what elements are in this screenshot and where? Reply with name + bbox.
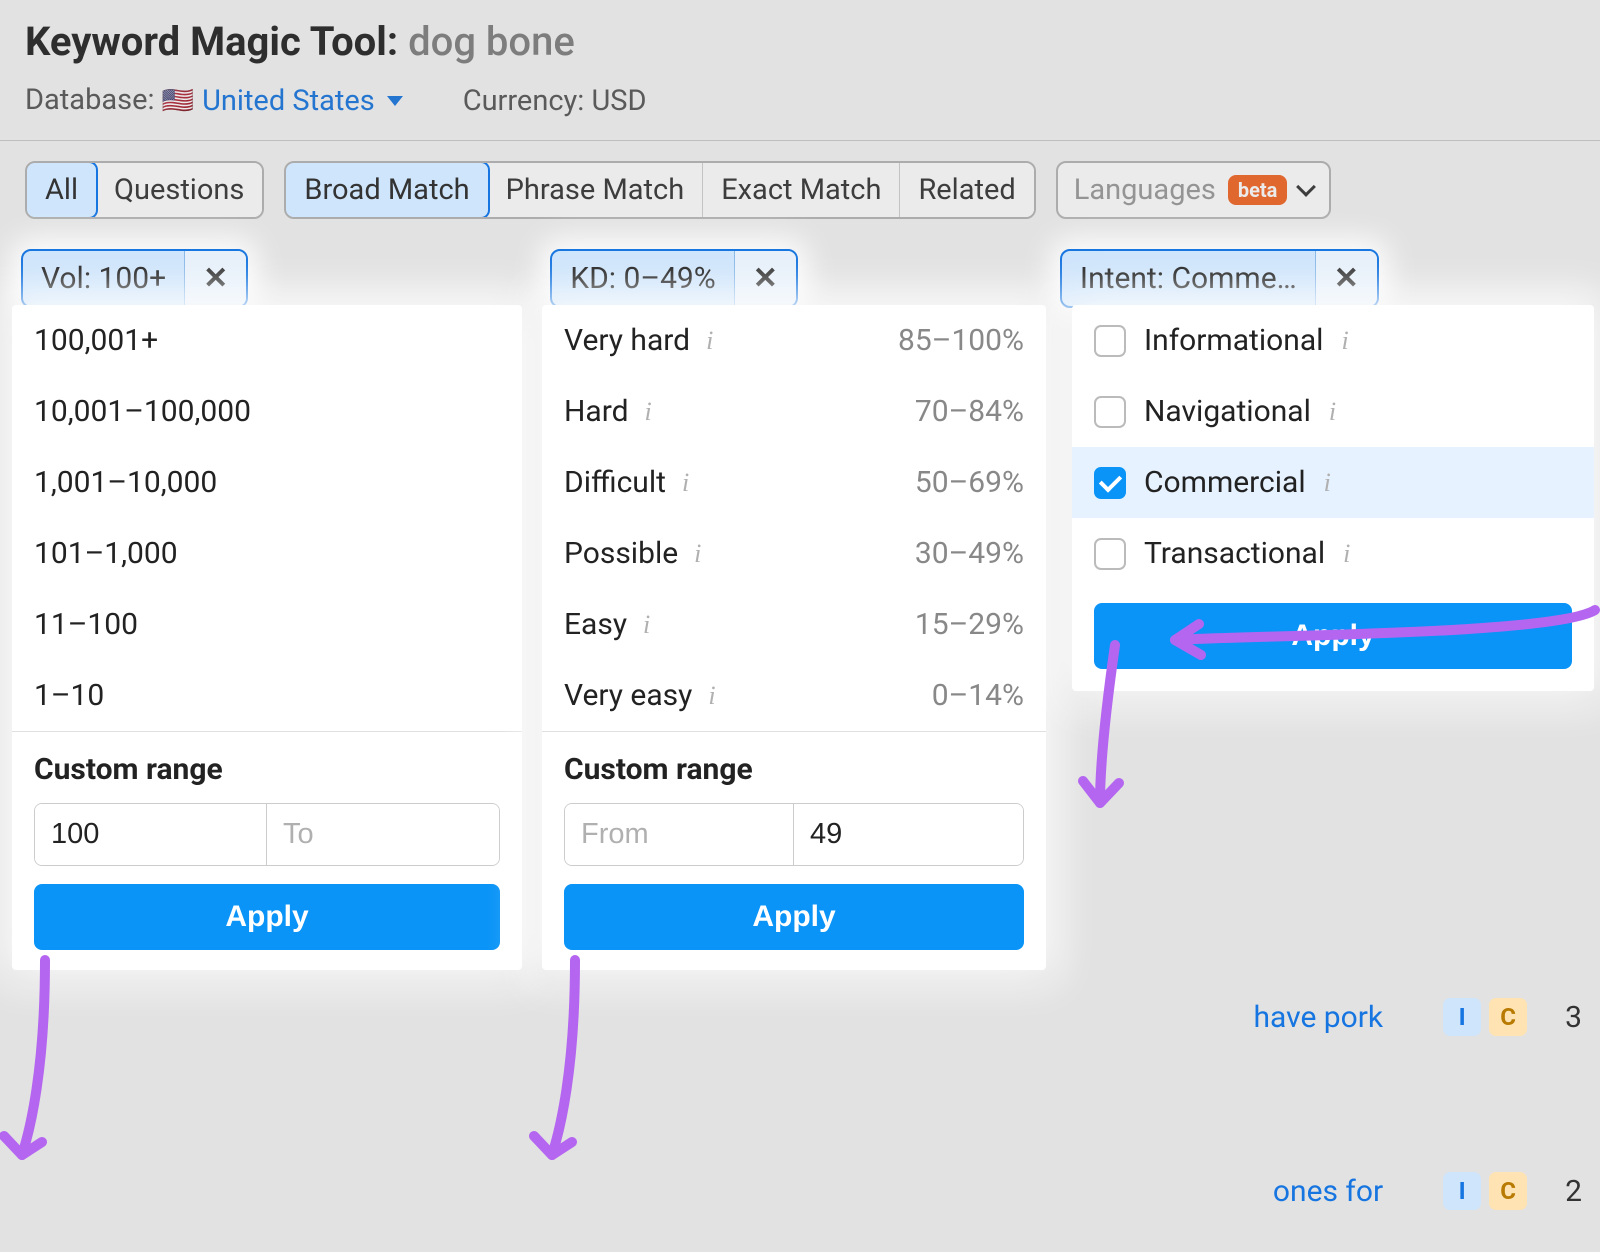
apply-button[interactable]: Apply bbox=[1094, 603, 1572, 669]
kd-option[interactable]: Possiblei 30–49% bbox=[542, 518, 1046, 589]
annotation-arrow-icon bbox=[0, 950, 70, 1198]
vol-option[interactable]: 11–100 bbox=[12, 589, 522, 660]
tab-broad-match[interactable]: Broad Match bbox=[284, 161, 489, 219]
kd-dropdown: Very hardi 85–100% Hardi 70–84% Difficul… bbox=[542, 305, 1046, 970]
query-type-group: All Questions bbox=[25, 161, 264, 219]
info-icon[interactable]: i bbox=[645, 397, 652, 427]
intent-option-navigational[interactable]: Navigational i bbox=[1072, 376, 1594, 447]
info-icon[interactable]: i bbox=[1329, 397, 1336, 427]
database-field: Database: 🇺🇸 United States bbox=[25, 83, 403, 118]
kd-to-input[interactable] bbox=[794, 804, 1023, 865]
intent-option-commercial[interactable]: Commercial i bbox=[1072, 447, 1594, 518]
close-icon[interactable]: ✕ bbox=[1315, 251, 1377, 306]
intent-badge-i: I bbox=[1443, 998, 1481, 1036]
checkbox[interactable] bbox=[1094, 538, 1126, 570]
info-icon[interactable]: i bbox=[708, 681, 715, 711]
page-title: Keyword Magic Tool: dog bone bbox=[25, 18, 1575, 65]
checkbox[interactable] bbox=[1094, 325, 1126, 357]
apply-button[interactable]: Apply bbox=[564, 884, 1024, 950]
title-prefix: Keyword Magic Tool: bbox=[25, 18, 398, 65]
kd-option[interactable]: Hardi 70–84% bbox=[542, 376, 1046, 447]
kd-option[interactable]: Difficulti 50–69% bbox=[542, 447, 1046, 518]
apply-button[interactable]: Apply bbox=[34, 884, 500, 950]
vol-from-input[interactable] bbox=[35, 804, 267, 865]
intent-badge-c: C bbox=[1489, 1172, 1527, 1210]
checkbox-checked[interactable] bbox=[1094, 467, 1126, 499]
chevron-down-icon bbox=[1296, 177, 1316, 197]
chevron-down-icon bbox=[387, 96, 403, 106]
close-icon[interactable]: ✕ bbox=[734, 251, 796, 306]
match-type-group: Broad Match Phrase Match Exact Match Rel… bbox=[284, 161, 1035, 219]
close-icon[interactable]: ✕ bbox=[184, 251, 246, 306]
annotation-arrow-icon bbox=[520, 950, 600, 1198]
info-icon[interactable]: i bbox=[1324, 468, 1331, 498]
tab-related[interactable]: Related bbox=[900, 163, 1033, 217]
volume-dropdown: 100,001+ 10,001–100,000 1,001–10,000 101… bbox=[12, 305, 522, 970]
tab-questions[interactable]: Questions bbox=[96, 163, 262, 217]
info-icon[interactable]: i bbox=[682, 468, 689, 498]
tab-all[interactable]: All bbox=[25, 161, 98, 219]
filter-chip-intent[interactable]: Intent: Comme… ✕ bbox=[1060, 249, 1379, 308]
kd-from-input[interactable] bbox=[565, 804, 794, 865]
checkbox[interactable] bbox=[1094, 396, 1126, 428]
intent-option-transactional[interactable]: Transactional i bbox=[1072, 518, 1594, 589]
intent-badge-c: C bbox=[1489, 998, 1527, 1036]
info-icon[interactable]: i bbox=[1341, 326, 1348, 356]
intent-option-informational[interactable]: Informational i bbox=[1072, 305, 1594, 376]
table-row: ones for I C 2 bbox=[1273, 1172, 1600, 1210]
tab-phrase-match[interactable]: Phrase Match bbox=[488, 163, 704, 217]
info-icon[interactable]: i bbox=[706, 326, 713, 356]
kd-option[interactable]: Easyi 15–29% bbox=[542, 589, 1046, 660]
languages-dropdown[interactable]: Languages beta bbox=[1056, 161, 1332, 219]
filter-chip-kd[interactable]: KD: 0–49% ✕ bbox=[550, 249, 798, 308]
table-row: have pork I C 3 bbox=[1253, 998, 1600, 1036]
vol-option[interactable]: 1–10 bbox=[12, 660, 522, 731]
flag-us-icon: 🇺🇸 bbox=[162, 86, 194, 116]
intent-badge-i: I bbox=[1443, 1172, 1481, 1210]
info-icon[interactable]: i bbox=[694, 539, 701, 569]
tab-exact-match[interactable]: Exact Match bbox=[703, 163, 900, 217]
kd-option[interactable]: Very hardi 85–100% bbox=[542, 305, 1046, 376]
currency-field: Currency: USD bbox=[463, 84, 647, 118]
vol-option[interactable]: 100,001+ bbox=[12, 305, 522, 376]
beta-badge: beta bbox=[1228, 175, 1288, 205]
database-selector[interactable]: 🇺🇸 United States bbox=[162, 84, 403, 118]
info-icon[interactable]: i bbox=[643, 610, 650, 640]
filter-chip-volume[interactable]: Vol: 100+ ✕ bbox=[21, 249, 248, 308]
vol-option[interactable]: 1,001–10,000 bbox=[12, 447, 522, 518]
custom-range-label: Custom range bbox=[34, 752, 500, 787]
intent-dropdown: Informational i Navigational i Commercia… bbox=[1072, 305, 1594, 691]
vol-to-input[interactable] bbox=[267, 804, 499, 865]
info-icon[interactable]: i bbox=[1343, 539, 1350, 569]
vol-option[interactable]: 10,001–100,000 bbox=[12, 376, 522, 447]
kd-option[interactable]: Very easyi 0–14% bbox=[542, 660, 1046, 731]
custom-range-label: Custom range bbox=[564, 752, 1024, 787]
title-keyword: dog bone bbox=[408, 18, 575, 65]
vol-option[interactable]: 101–1,000 bbox=[12, 518, 522, 589]
